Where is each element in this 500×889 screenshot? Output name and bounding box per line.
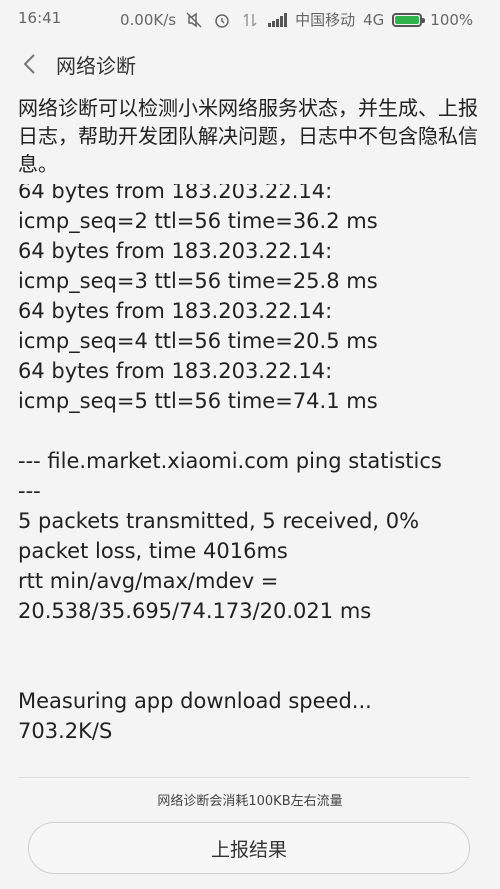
diagnosis-log[interactable]: 64 bytes from 183.203.22.14: icmp_seq=2 t… xyxy=(0,184,500,776)
back-button[interactable] xyxy=(16,50,44,78)
network-type: 4G xyxy=(363,10,385,29)
data-arrows-icon xyxy=(240,11,260,29)
log-line: ​ xyxy=(18,656,488,686)
log-line: icmp_seq=3 ttl=56 time=25.8 ms xyxy=(18,269,378,293)
log-line: --- xyxy=(18,479,41,503)
log-content: 64 bytes from 183.203.22.14: icmp_seq=2 t… xyxy=(18,184,488,746)
log-line: ​ xyxy=(18,626,488,656)
log-line: icmp_seq=2 ttl=56 time=36.2 ms xyxy=(18,209,378,233)
signal-icon xyxy=(268,12,288,27)
log-line: Measuring app download speed... xyxy=(18,689,372,713)
mute-icon xyxy=(184,11,204,29)
log-line: 703.2K/S xyxy=(18,719,113,743)
report-result-button[interactable]: 上报结果 xyxy=(28,822,470,874)
app-header: 网络诊断 xyxy=(0,36,500,92)
status-time: 16:41 xyxy=(18,9,62,27)
page-title: 网络诊断 xyxy=(56,54,136,78)
carrier-name: 中国移动 xyxy=(295,11,356,29)
log-line: 5 packets transmitted, 5 received, 0% xyxy=(18,509,420,533)
log-line: --- file.market.xiaomi.com ping statisti… xyxy=(18,449,442,473)
log-line: 64 bytes from 183.203.22.14: xyxy=(18,184,333,203)
battery-icon xyxy=(392,12,426,27)
log-line: 64 bytes from 183.203.22.14: xyxy=(18,299,333,323)
diagnosis-description: 网络诊断可以检测小米网络服务状态，并生成、上报日志，帮助开发团队解决问题，日志中… xyxy=(18,96,478,176)
log-line: packet loss, time 4016ms xyxy=(18,539,288,563)
log-line: rtt min/avg/max/mdev = xyxy=(18,569,279,593)
network-speed: 0.00K/s xyxy=(120,10,177,29)
battery-level: 100% xyxy=(430,10,474,29)
traffic-note: 网络诊断会消耗100KB左右流量 xyxy=(157,794,343,809)
log-line: 64 bytes from 183.203.22.14: xyxy=(18,359,333,383)
log-line: 20.538/35.695/74.173/20.021 ms xyxy=(18,599,372,623)
status-indicators: 0.00K/s 中国移动 4G 100% xyxy=(120,9,473,30)
log-line: 64 bytes from 183.203.22.14: xyxy=(18,239,333,263)
alarm-icon xyxy=(212,11,232,29)
log-line: icmp_seq=5 ttl=56 time=74.1 ms xyxy=(18,389,378,413)
divider xyxy=(18,777,470,778)
chevron-left-icon xyxy=(23,54,35,74)
log-line: ​ xyxy=(18,416,488,446)
status-bar: 16:41 0.00K/s 中国移动 4G 100% xyxy=(0,0,500,36)
log-line: icmp_seq=4 ttl=56 time=20.5 ms xyxy=(18,329,378,353)
